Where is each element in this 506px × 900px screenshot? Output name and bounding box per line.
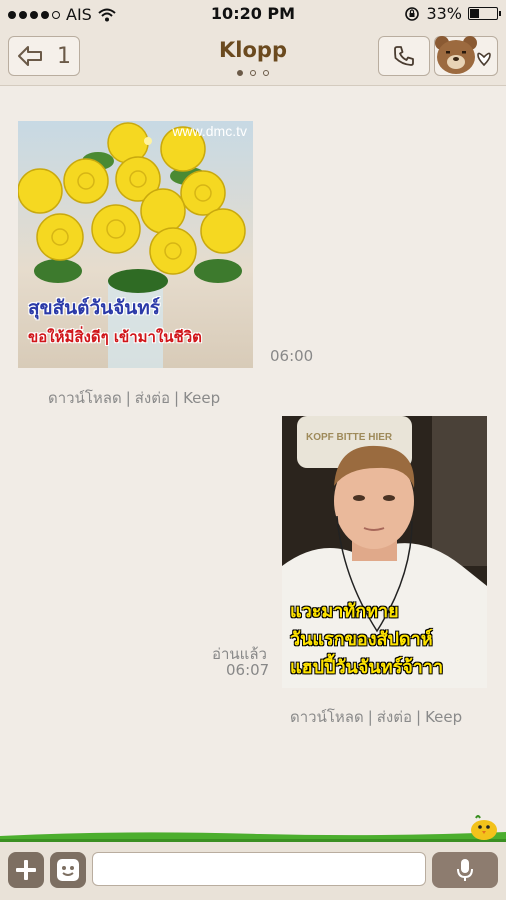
sent-image-message[interactable]: KOPF BITTE HIER แวะมาทักทาย วันแรกของสัป… <box>282 416 487 688</box>
page-dot <box>263 70 269 76</box>
message-actions: ดาวน์โหลด | ส่งต่อ | Keep <box>290 708 463 726</box>
rotation-lock-icon <box>405 6 420 21</box>
status-bar: AIS 10:20 PM 33% <box>0 0 506 28</box>
message-text-input[interactable] <box>92 852 426 886</box>
call-button[interactable] <box>378 36 430 76</box>
image-caption-line1: สุขสันต์วันจันทร์ <box>28 297 161 319</box>
plus-icon <box>16 860 36 880</box>
image-caption-line3: แฮปปี้วันจันทร์จ้าาา <box>290 657 444 678</box>
brown-bear-icon <box>435 36 477 74</box>
microphone-icon <box>457 859 473 881</box>
voice-message-button[interactable] <box>432 852 498 888</box>
chevron-down-icon <box>477 52 491 67</box>
message-actions: ดาวน์โหลด | ส่งต่อ | Keep <box>48 389 221 407</box>
headrest-sign-text: KOPF BITTE HIER <box>306 432 393 443</box>
message-time: 06:00 <box>270 347 314 365</box>
message-time: 06:07 <box>226 661 270 679</box>
page-dot <box>237 70 243 76</box>
attach-button[interactable] <box>8 852 44 888</box>
received-image-message[interactable]: www.dmc.tv สุขสันต์วันจันทร์ ขอให้มีสิ่ง… <box>18 121 253 368</box>
forward-link[interactable]: ส่งต่อ <box>377 708 412 726</box>
image-caption-line1: แวะมาทักทาย <box>290 601 399 622</box>
keep-link[interactable]: Keep <box>183 389 220 407</box>
image-caption-line2: ขอให้มีสิ่งดีๆ เข้ามาในชีวิต <box>28 328 202 346</box>
page-indicator <box>0 70 506 76</box>
sticker-button[interactable] <box>50 852 86 888</box>
message-input-bar <box>0 842 506 900</box>
battery-icon <box>468 7 501 20</box>
image-caption-line2: วันแรกของสัปดาห์ <box>290 629 433 650</box>
keep-link[interactable]: Keep <box>425 708 462 726</box>
phone-icon <box>394 46 414 66</box>
smiley-icon <box>57 859 79 881</box>
forward-link[interactable]: ส่งต่อ <box>135 389 170 407</box>
chat-header: 1 Klopp <box>0 28 506 86</box>
menu-button[interactable] <box>434 36 498 76</box>
grass-decoration <box>0 832 506 842</box>
battery-percent: 33% <box>426 4 462 23</box>
chat-title: Klopp <box>219 38 287 62</box>
download-link[interactable]: ดาวน์โหลด <box>290 708 364 726</box>
image-watermark: www.dmc.tv <box>172 123 247 139</box>
page-dot <box>250 70 256 76</box>
download-link[interactable]: ดาวน์โหลด <box>48 389 122 407</box>
sally-chick-icon <box>471 815 497 840</box>
